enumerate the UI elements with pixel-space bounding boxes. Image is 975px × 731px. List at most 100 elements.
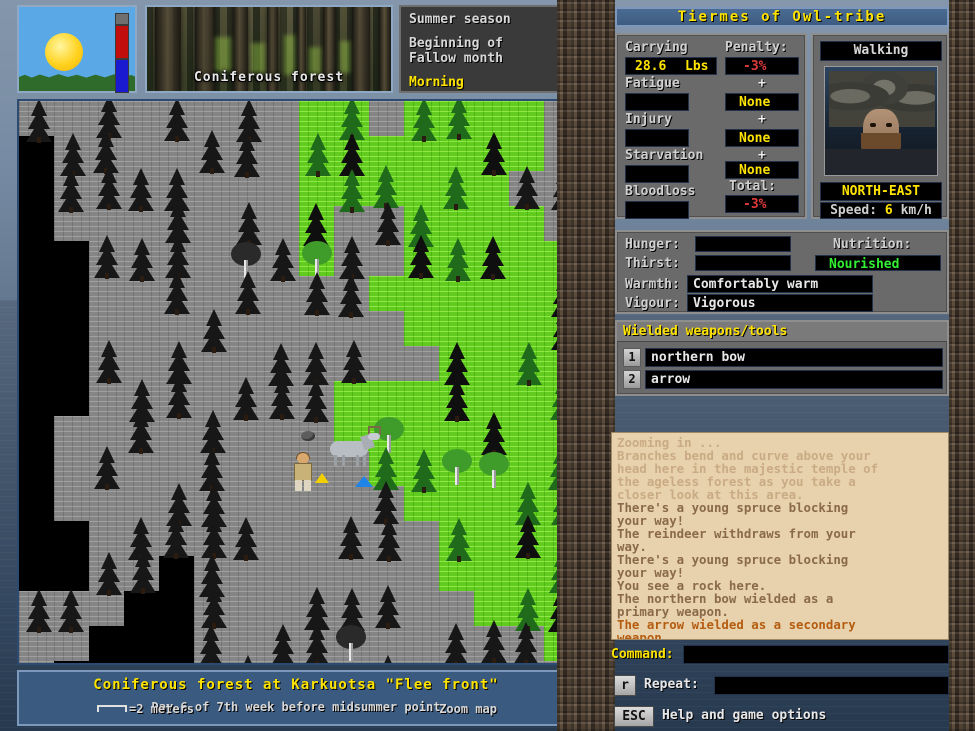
map-tile xyxy=(509,276,544,311)
map-tile xyxy=(89,416,124,451)
fatigue-bar xyxy=(625,93,689,111)
map-tile xyxy=(89,661,124,663)
world-map-view[interactable] xyxy=(17,99,575,665)
wielded-item-name-1: northern bow xyxy=(645,348,943,367)
map-tile xyxy=(264,521,299,556)
help-row[interactable]: ESC Help and game options xyxy=(614,706,949,728)
wielded-slot-key-1[interactable]: 1 xyxy=(623,348,641,367)
map-tile xyxy=(19,101,54,136)
map-tile xyxy=(404,276,439,311)
map-tile xyxy=(54,626,89,661)
map-tile xyxy=(159,206,194,241)
map-tile xyxy=(369,661,404,663)
map-tile xyxy=(439,661,474,663)
penalty-label: Penalty: xyxy=(725,40,788,55)
map-tile xyxy=(124,136,159,171)
repeat-key-icon[interactable]: r xyxy=(614,675,636,696)
map-tile xyxy=(299,276,334,311)
map-tile xyxy=(474,661,509,663)
map-tile xyxy=(264,416,299,451)
hunger-label: Hunger: xyxy=(625,237,680,252)
repeat-input[interactable] xyxy=(714,676,949,695)
map-tile xyxy=(474,136,509,171)
speed-label: Speed: xyxy=(830,203,878,218)
map-tile xyxy=(229,626,264,661)
esc-key-icon[interactable]: ESC xyxy=(614,706,654,727)
map-tile xyxy=(54,346,89,381)
bark-texture-left xyxy=(557,0,615,731)
carrying-value: 28.6 xyxy=(635,59,667,74)
wielded-item-name-2: arrow xyxy=(645,370,943,389)
wielded-slot-key-2[interactable]: 2 xyxy=(623,370,641,389)
map-tile xyxy=(404,136,439,171)
month-line-2: Fallow month xyxy=(409,51,503,66)
map-tile xyxy=(54,521,89,556)
facing-direction: NORTH-EAST xyxy=(820,182,942,201)
map-tile xyxy=(229,451,264,486)
nutrition-label: Nutrition: xyxy=(833,237,912,252)
map-tile xyxy=(439,171,474,206)
map-tile xyxy=(229,591,264,626)
map-tile xyxy=(264,206,299,241)
command-input[interactable] xyxy=(683,645,949,664)
carrying-label: Carrying xyxy=(625,40,688,55)
map-tile xyxy=(54,661,89,663)
log-line: The reindeer withdraws from your xyxy=(617,526,856,541)
map-tile xyxy=(404,626,439,661)
map-tile xyxy=(404,311,439,346)
map-tile xyxy=(439,486,474,521)
map-tile xyxy=(334,521,369,556)
fatigue-label: Fatigue xyxy=(625,76,680,91)
map-tile xyxy=(334,276,369,311)
map-tile xyxy=(509,381,544,416)
map-tile xyxy=(334,346,369,381)
map-tile xyxy=(509,311,544,346)
sun-icon xyxy=(45,33,83,71)
map-tile xyxy=(369,276,404,311)
map-tile xyxy=(509,626,544,661)
map-tile xyxy=(159,661,194,663)
map-tile xyxy=(474,416,509,451)
map-tile xyxy=(124,486,159,521)
map-tile xyxy=(439,416,474,451)
map-tile xyxy=(509,206,544,241)
map-tile xyxy=(439,136,474,171)
map-tile xyxy=(299,556,334,591)
starvation-bar xyxy=(625,165,689,183)
speed-unit: km/h xyxy=(900,203,932,218)
fatigue-value: None xyxy=(739,95,771,110)
map-tile xyxy=(439,276,474,311)
season-info-box: Summer season Beginning of Fallow month … xyxy=(399,5,575,93)
zoom-map-label[interactable]: Zoom map xyxy=(439,702,497,716)
time-of-day: Morning xyxy=(409,75,464,90)
message-log[interactable]: Zooming in ... Branches bend and curve ab… xyxy=(611,432,949,640)
map-tile xyxy=(334,101,369,136)
character-name-title: Tiermes of Owl-tribe xyxy=(615,7,949,27)
map-tile xyxy=(159,136,194,171)
map-tile xyxy=(159,521,194,556)
portrait-panel: Walking NORTH-EAST Speed: 6 km/h xyxy=(811,33,949,219)
map-tile xyxy=(194,101,229,136)
map-tile xyxy=(509,486,544,521)
map-tile xyxy=(19,626,54,661)
map-tile xyxy=(509,591,544,626)
birch-tree-sprite xyxy=(302,241,332,277)
plus-sign-1: + xyxy=(758,76,766,91)
map-tile xyxy=(194,661,229,663)
warmth-value: Comfortably warm xyxy=(693,277,819,292)
map-tile xyxy=(124,451,159,486)
map-tile xyxy=(474,101,509,136)
map-tile xyxy=(124,101,159,136)
map-tile xyxy=(264,661,299,663)
map-tile xyxy=(229,276,264,311)
map-tile xyxy=(264,591,299,626)
map-tile xyxy=(404,591,439,626)
map-tile xyxy=(159,346,194,381)
map-tile xyxy=(334,486,369,521)
map-tile xyxy=(334,136,369,171)
map-tile xyxy=(89,101,124,136)
map-tile xyxy=(439,591,474,626)
map-tile xyxy=(439,101,474,136)
map-tile xyxy=(19,486,54,521)
map-tile xyxy=(334,591,369,626)
